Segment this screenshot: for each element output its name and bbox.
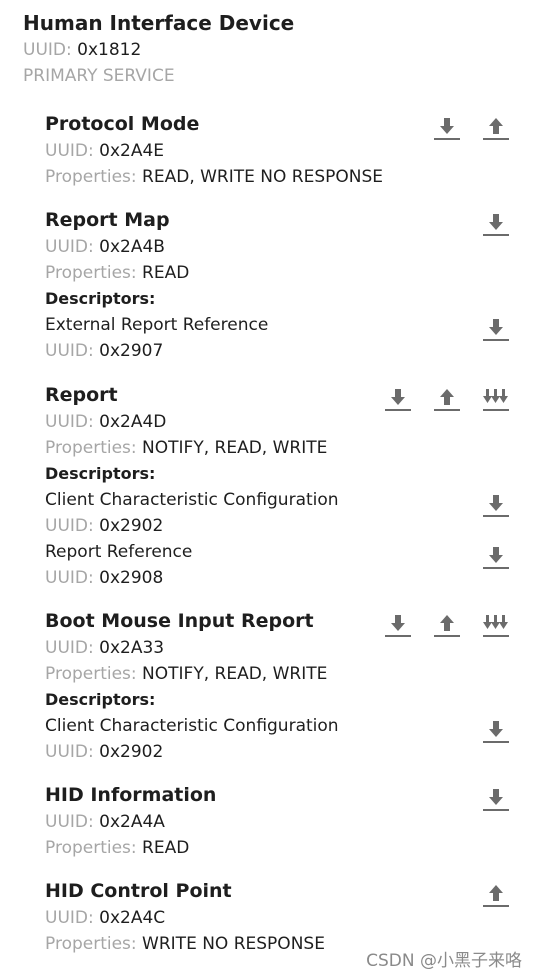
characteristic-properties: NOTIFY, READ, WRITE [142, 438, 328, 458]
uuid-label: UUID: [45, 516, 94, 536]
service-type: PRIMARY SERVICE [23, 66, 175, 86]
uuid-label: UUID: [45, 341, 94, 361]
service-uuid-label: UUID: [23, 40, 72, 60]
service-uuid: 0x1812 [77, 40, 142, 60]
read-icon[interactable] [481, 784, 511, 814]
descriptor-name: Report Reference [45, 542, 193, 562]
characteristic-name: Protocol Mode [45, 113, 200, 135]
characteristic-uuid: 0x2A33 [99, 638, 165, 658]
descriptor-name: Client Characteristic Configuration [45, 490, 339, 510]
uuid-label: UUID: [45, 568, 94, 588]
characteristic-hid-control-point: HID Control Point UUID: 0x2A4C Propertie… [45, 877, 325, 957]
write-icon[interactable] [481, 113, 511, 143]
descriptor-uuid: 0x2908 [99, 568, 164, 588]
properties-label: Properties: [45, 934, 137, 954]
descriptor-uuid: 0x2902 [99, 516, 164, 536]
notify-icon[interactable] [481, 384, 511, 414]
characteristic-properties: WRITE NO RESPONSE [142, 934, 325, 954]
properties-label: Properties: [45, 838, 137, 858]
uuid-label: UUID: [45, 812, 94, 832]
read-icon[interactable] [481, 314, 511, 344]
write-icon[interactable] [432, 610, 462, 640]
service-header: Human Interface Device UUID: 0x1812 PRIM… [23, 9, 294, 89]
watermark: CSDN @小黑子来咯 [366, 951, 522, 971]
service-uuid-row: UUID: 0x1812 [23, 37, 294, 63]
characteristic-name: HID Control Point [45, 880, 232, 902]
characteristic-uuid: 0x2A4D [99, 412, 167, 432]
service-title: Human Interface Device [23, 11, 295, 35]
properties-label: Properties: [45, 664, 137, 684]
characteristic-protocol-mode: Protocol Mode UUID: 0x2A4E Properties: R… [45, 110, 383, 190]
descriptors-heading: Descriptors: [45, 690, 156, 709]
descriptors-heading: Descriptors: [45, 289, 156, 308]
read-icon[interactable] [481, 209, 511, 239]
uuid-label: UUID: [45, 638, 94, 658]
uuid-label: UUID: [45, 742, 94, 762]
descriptor-name: External Report Reference [45, 315, 269, 335]
uuid-label: UUID: [45, 412, 94, 432]
characteristic-properties: READ, WRITE NO RESPONSE [142, 167, 384, 187]
characteristic-report-map: Report Map UUID: 0x2A4B Properties: READ… [45, 206, 268, 364]
read-icon[interactable] [481, 542, 511, 572]
read-icon[interactable] [481, 490, 511, 520]
characteristic-hid-information: HID Information UUID: 0x2A4A Properties:… [45, 781, 216, 861]
characteristic-name: HID Information [45, 784, 217, 806]
properties-label: Properties: [45, 438, 137, 458]
descriptors-heading: Descriptors: [45, 464, 156, 483]
characteristic-properties: READ [142, 838, 190, 858]
characteristic-properties: NOTIFY, READ, WRITE [142, 664, 328, 684]
descriptor-uuid: 0x2907 [99, 341, 164, 361]
characteristic-uuid: 0x2A4C [99, 908, 166, 928]
write-icon[interactable] [432, 384, 462, 414]
characteristic-properties: READ [142, 263, 190, 283]
characteristic-name: Boot Mouse Input Report [45, 610, 314, 632]
characteristic-report: Report UUID: 0x2A4D Properties: NOTIFY, … [45, 381, 339, 591]
read-icon[interactable] [432, 113, 462, 143]
properties-label: Properties: [45, 167, 137, 187]
characteristic-name: Report [45, 384, 118, 406]
write-icon[interactable] [481, 880, 511, 910]
uuid-label: UUID: [45, 237, 94, 257]
characteristic-uuid: 0x2A4A [99, 812, 165, 832]
read-icon[interactable] [383, 384, 413, 414]
notify-icon[interactable] [481, 610, 511, 640]
read-icon[interactable] [481, 716, 511, 746]
characteristic-name: Report Map [45, 209, 170, 231]
descriptor-uuid: 0x2902 [99, 742, 164, 762]
characteristic-uuid: 0x2A4B [99, 237, 165, 257]
descriptor-name: Client Characteristic Configuration [45, 716, 339, 736]
properties-label: Properties: [45, 263, 137, 283]
read-icon[interactable] [383, 610, 413, 640]
characteristic-boot-mouse-input-report: Boot Mouse Input Report UUID: 0x2A33 Pro… [45, 607, 339, 765]
uuid-label: UUID: [45, 141, 94, 161]
characteristic-uuid: 0x2A4E [99, 141, 165, 161]
uuid-label: UUID: [45, 908, 94, 928]
